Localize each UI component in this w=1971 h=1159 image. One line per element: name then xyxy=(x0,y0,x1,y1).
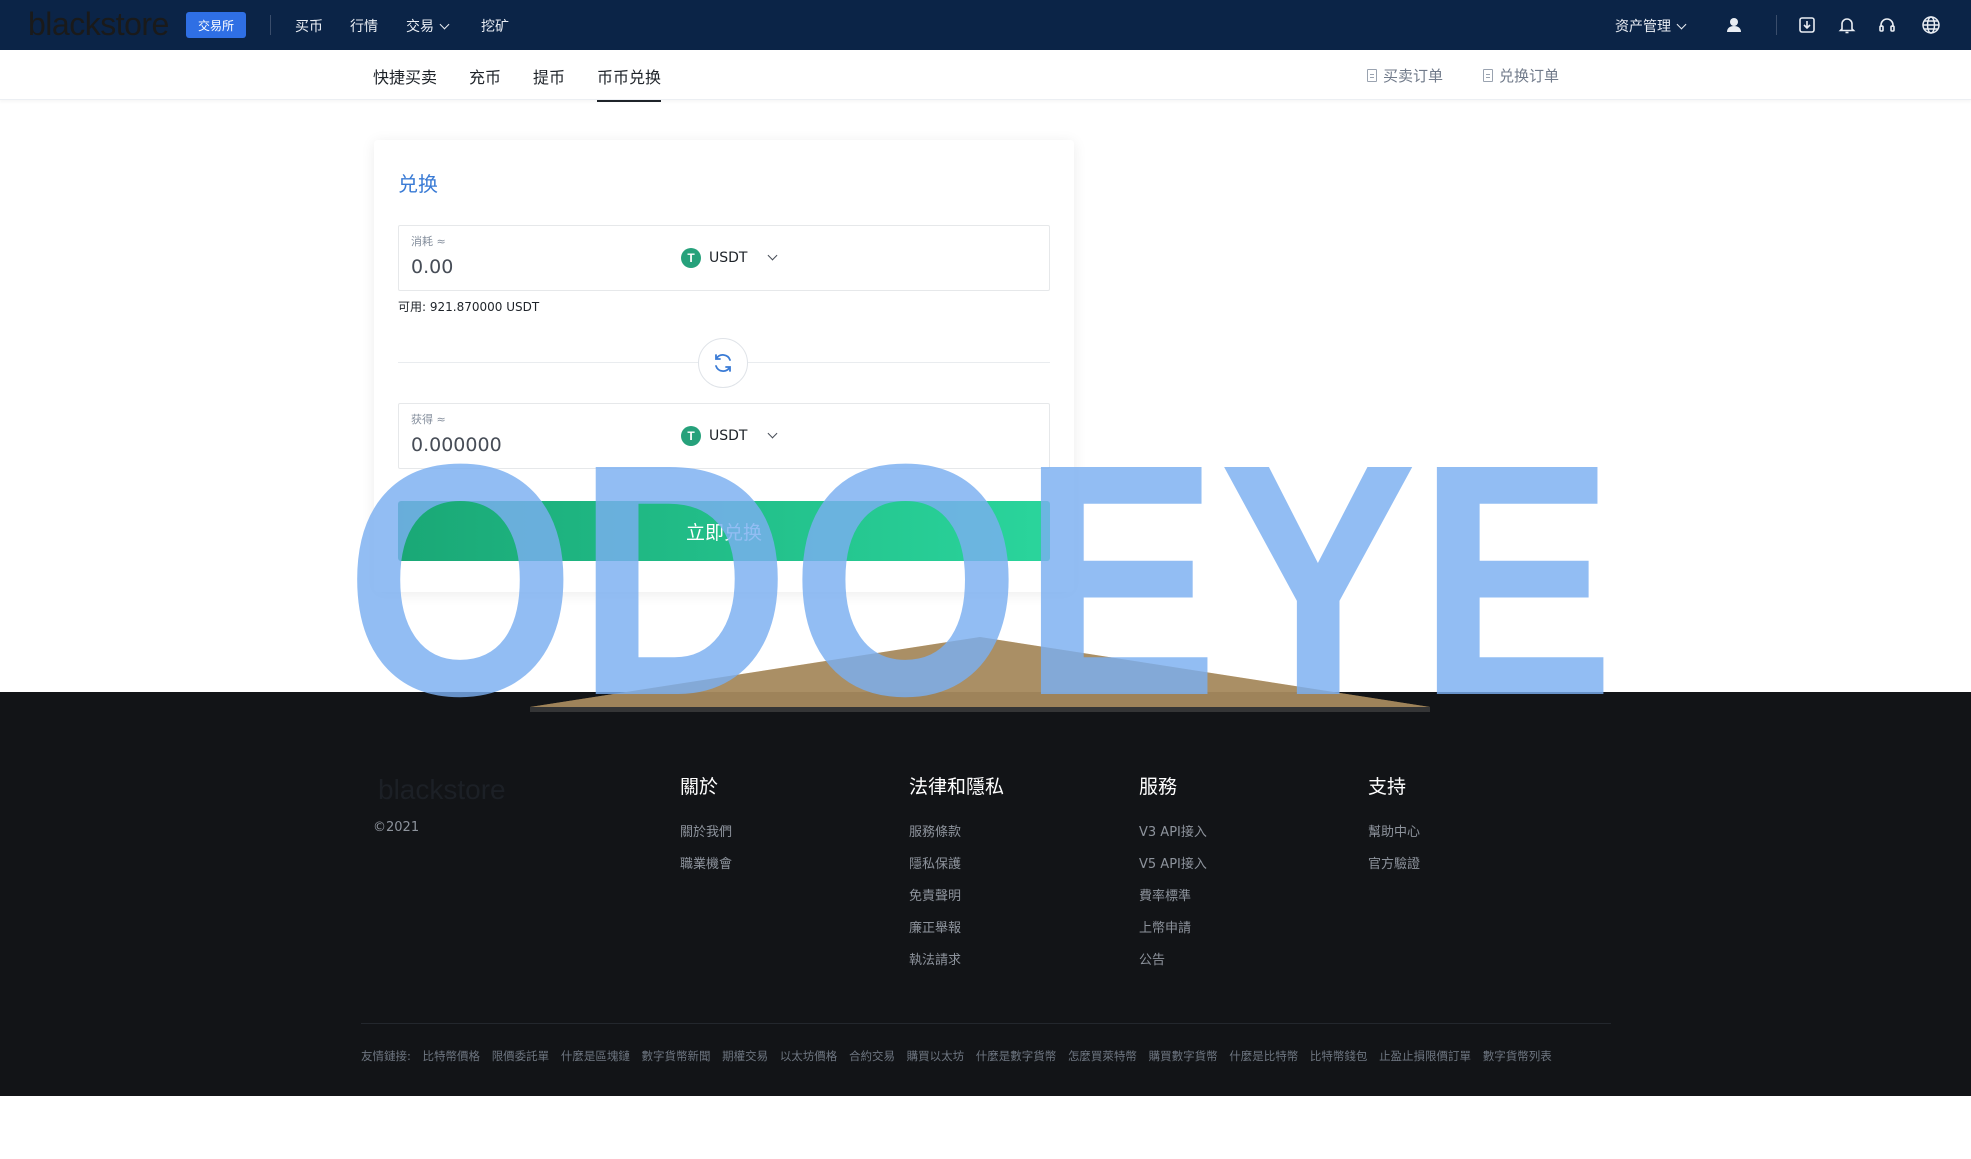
top-navbar: blackstore 交易所 买币 行情 交易 挖矿 资产管理 xyxy=(0,0,1971,50)
nav-mining[interactable]: 挖矿 xyxy=(481,16,509,36)
footer-column-title: 服務 xyxy=(1139,776,1178,798)
bell-icon[interactable] xyxy=(1837,15,1857,35)
friend-links-label: 友情鏈接: xyxy=(361,1049,411,1063)
divider xyxy=(1776,15,1777,35)
asset-management-label: 资产管理 xyxy=(1615,19,1671,35)
friend-link[interactable]: 限價委託單 xyxy=(492,1049,550,1063)
from-amount-input[interactable]: 0.00 xyxy=(411,256,453,278)
nav-trade[interactable]: 交易 xyxy=(406,16,450,36)
usdt-icon: T xyxy=(681,248,701,268)
friend-link[interactable]: 購買數字貨幣 xyxy=(1149,1049,1218,1063)
friend-link[interactable]: 合約交易 xyxy=(849,1049,895,1063)
from-amount-label: 消耗 ≈ xyxy=(411,235,446,248)
globe-icon[interactable] xyxy=(1921,15,1941,35)
user-icon[interactable] xyxy=(1724,15,1744,35)
chevron-down-icon xyxy=(1676,19,1687,30)
footer-link[interactable]: 免責聲明 xyxy=(909,881,1004,913)
divider xyxy=(270,15,271,35)
footer-link[interactable]: 官方驗證 xyxy=(1368,849,1420,881)
footer-column-title: 法律和隱私 xyxy=(909,776,1005,798)
exchange-orders-link[interactable]: 兑换订单 xyxy=(1483,65,1559,86)
exchange-now-button[interactable]: 立即兑换 xyxy=(398,501,1050,561)
from-coin-select[interactable]: T USDT xyxy=(681,248,778,268)
footer-link[interactable]: V3 API接入 xyxy=(1139,817,1207,849)
footer-link[interactable]: 隱私保護 xyxy=(909,849,1004,881)
to-amount-value: 0.000000 xyxy=(411,434,502,456)
footer-link[interactable]: 執法請求 xyxy=(909,945,1004,977)
download-icon[interactable] xyxy=(1797,15,1817,35)
tab-quick-trade[interactable]: 快捷买卖 xyxy=(373,64,437,100)
document-icon xyxy=(1483,69,1493,82)
buy-sell-orders-link[interactable]: 买卖订单 xyxy=(1367,65,1443,86)
footer-link[interactable]: 幫助中心 xyxy=(1368,817,1420,849)
asset-management-menu[interactable]: 资产管理 xyxy=(1615,16,1687,36)
friend-links: 友情鏈接: 比特幣價格 限價委託單 什麼是區塊鏈 數字貨幣新聞 期權交易 以太坊… xyxy=(361,1048,1560,1064)
footer-column-legal: 法律和隱私 服務條款 隱私保護 免責聲明 廉正舉報 執法請求 xyxy=(909,772,1004,977)
tab-coin-exchange[interactable]: 币币兑换 xyxy=(597,64,662,102)
footer-link[interactable]: 公告 xyxy=(1139,945,1207,977)
nav-market[interactable]: 行情 xyxy=(350,16,378,36)
footer-column-support: 支持 幫助中心 官方驗證 xyxy=(1368,772,1420,881)
exchange-badge[interactable]: 交易所 xyxy=(186,12,246,38)
chevron-down-icon xyxy=(439,19,450,30)
footer-logo: blackstore xyxy=(378,774,506,805)
friend-link[interactable]: 數字貨幣新聞 xyxy=(642,1049,711,1063)
footer-link[interactable]: 上幣申請 xyxy=(1139,913,1207,945)
chevron-down-icon xyxy=(768,428,778,438)
footer-column-title: 支持 xyxy=(1368,776,1407,798)
swap-button[interactable] xyxy=(698,338,748,388)
friend-link[interactable]: 數字貨幣列表 xyxy=(1483,1049,1552,1063)
from-coin-label: USDT xyxy=(709,250,748,266)
tab-withdraw[interactable]: 提币 xyxy=(533,64,565,100)
to-amount-label: 获得 ≈ xyxy=(411,413,446,426)
from-amount-field[interactable]: 消耗 ≈ 0.00 T USDT xyxy=(398,225,1050,291)
footer-link[interactable]: 廉正舉報 xyxy=(909,913,1004,945)
refresh-icon xyxy=(715,354,731,372)
friend-link[interactable]: 購買以太坊 xyxy=(907,1049,965,1063)
logo[interactable]: blackstore xyxy=(28,6,169,43)
friend-link[interactable]: 以太坊價格 xyxy=(780,1049,838,1063)
to-amount-field[interactable]: 获得 ≈ 0.000000 T USDT xyxy=(398,403,1050,469)
exchange-orders-label: 兑换订单 xyxy=(1499,67,1560,85)
footer-link[interactable]: V5 API接入 xyxy=(1139,849,1207,881)
friend-link[interactable]: 怎麼買萊特幣 xyxy=(1068,1049,1137,1063)
friend-link[interactable]: 比特幣錢包 xyxy=(1310,1049,1368,1063)
headset-icon[interactable] xyxy=(1877,15,1897,35)
friend-link[interactable]: 止盈止損限價訂單 xyxy=(1379,1049,1471,1063)
sub-navbar: 快捷买卖 充币 提币 币币兑换 买卖订单 兑换订单 xyxy=(0,50,1971,102)
divider xyxy=(361,1023,1611,1024)
friend-link[interactable]: 期權交易 xyxy=(722,1049,768,1063)
nav-trade-label: 交易 xyxy=(406,19,434,35)
friend-link[interactable]: 什麼是區塊鏈 xyxy=(561,1049,630,1063)
copyright: ©2021 xyxy=(373,820,420,835)
footer-link[interactable]: 關於我們 xyxy=(680,817,732,849)
friend-link[interactable]: 什麼是數字貨幣 xyxy=(976,1049,1057,1063)
footer-column-about: 關於 關於我們 職業機會 xyxy=(680,772,732,881)
to-coin-select[interactable]: T USDT xyxy=(681,426,778,446)
buy-sell-orders-label: 买卖订单 xyxy=(1383,67,1444,85)
card-title: 兑换 xyxy=(398,172,438,196)
usdt-icon: T xyxy=(681,426,701,446)
footer: blackstore ©2021 關於 關於我們 職業機會 法律和隱私 服務條款… xyxy=(0,692,1971,1096)
nav-buy-coin[interactable]: 买币 xyxy=(295,16,323,36)
friend-link[interactable]: 什麼是比特幣 xyxy=(1229,1049,1298,1063)
footer-link[interactable]: 職業機會 xyxy=(680,849,732,881)
footer-column-services: 服務 V3 API接入 V5 API接入 費率標準 上幣申請 公告 xyxy=(1139,772,1207,977)
friend-link[interactable]: 比特幣價格 xyxy=(423,1049,481,1063)
available-balance: 可用: 921.870000 USDT xyxy=(398,300,540,314)
tab-deposit[interactable]: 充币 xyxy=(469,64,501,100)
footer-column-title: 關於 xyxy=(680,776,719,798)
exchange-card: 兑换 消耗 ≈ 0.00 T USDT 可用: 921.870000 USDT … xyxy=(374,140,1074,592)
footer-link[interactable]: 服務條款 xyxy=(909,817,1004,849)
footer-link[interactable]: 費率標準 xyxy=(1139,881,1207,913)
chevron-down-icon xyxy=(768,250,778,260)
document-icon xyxy=(1367,69,1377,82)
to-coin-label: USDT xyxy=(709,428,748,444)
